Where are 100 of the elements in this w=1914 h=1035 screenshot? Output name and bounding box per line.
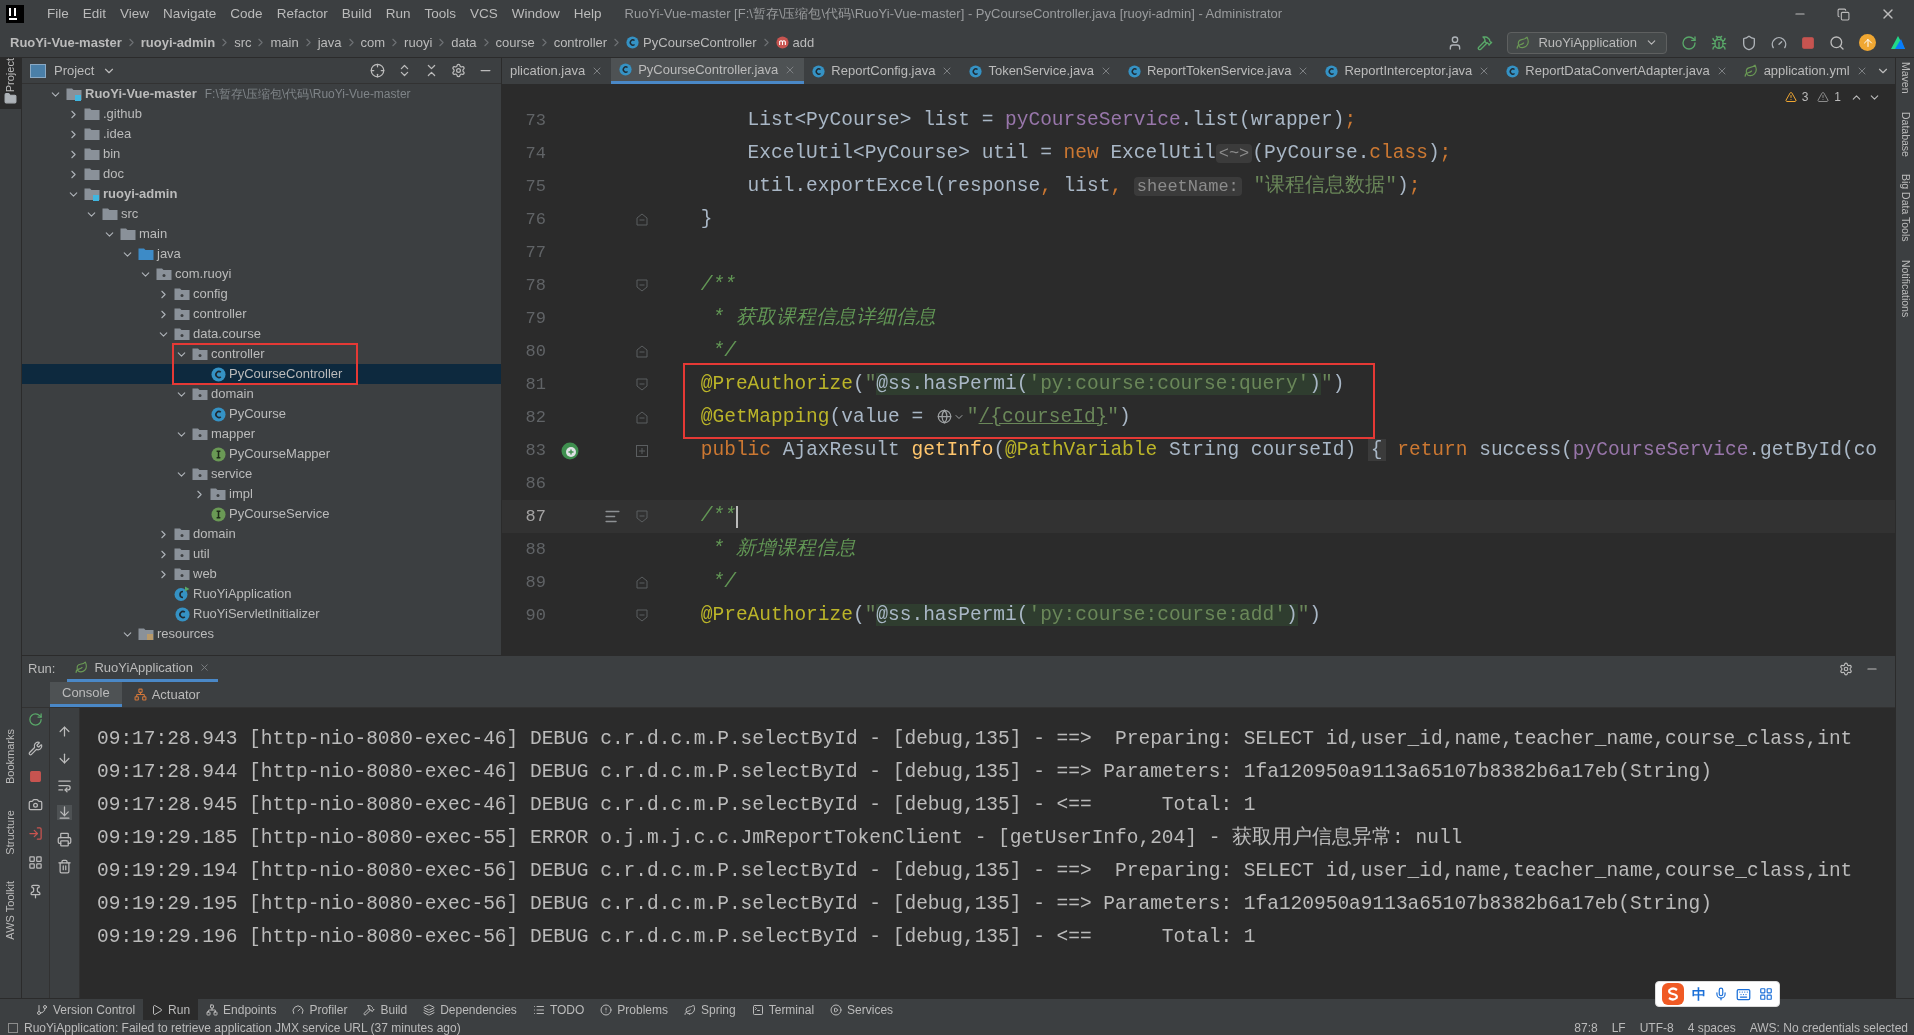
menu-item[interactable]: Window bbox=[504, 3, 567, 25]
tree-item[interactable]: bin bbox=[22, 144, 501, 164]
breadcrumb[interactable]: data bbox=[451, 32, 477, 53]
fold-marker-icon[interactable] bbox=[636, 411, 648, 424]
tree-item[interactable]: doc bbox=[22, 164, 501, 184]
rerun-icon[interactable] bbox=[28, 712, 43, 727]
web-endpoint-icon[interactable] bbox=[936, 409, 965, 425]
down-icon[interactable] bbox=[57, 751, 72, 766]
tree-item[interactable]: .idea bbox=[22, 124, 501, 144]
status-item[interactable]: AWS: No credentials selected bbox=[1749, 1021, 1908, 1034]
tree-item[interactable]: mapper bbox=[22, 424, 501, 444]
tool-window-tab[interactable]: Structure bbox=[0, 810, 23, 855]
stop-icon[interactable] bbox=[1801, 35, 1815, 50]
tool-window-button[interactable]: Services bbox=[822, 999, 902, 1020]
tool-window-tab[interactable]: Bookmarks bbox=[0, 729, 23, 785]
tree-item[interactable]: ruoyi-admin bbox=[22, 184, 501, 204]
menu-item[interactable]: File bbox=[40, 3, 76, 25]
breadcrumb[interactable]: ruoyi-admin bbox=[140, 32, 216, 53]
tree-item[interactable]: PyCourseController bbox=[22, 364, 501, 384]
tool-window-tab[interactable]: Big Data Tools bbox=[1897, 174, 1913, 242]
menu-item[interactable]: View bbox=[113, 3, 157, 25]
tree-item[interactable]: data.course bbox=[22, 324, 501, 344]
fold-marker-icon[interactable] bbox=[636, 510, 648, 523]
print-icon[interactable] bbox=[57, 832, 72, 847]
status-item[interactable]: LF bbox=[1611, 1021, 1626, 1034]
menu-item[interactable]: VCS bbox=[463, 3, 505, 25]
tree-item[interactable]: domain bbox=[22, 524, 501, 544]
menu-item[interactable]: Edit bbox=[75, 3, 114, 25]
menu-item[interactable]: Navigate bbox=[156, 3, 224, 25]
fold-marker-icon[interactable] bbox=[636, 345, 648, 358]
fold-marker-icon[interactable] bbox=[636, 279, 648, 292]
search-icon[interactable] bbox=[1829, 34, 1845, 51]
tree-item[interactable]: impl bbox=[22, 484, 501, 504]
panel-title[interactable]: Project bbox=[54, 60, 95, 81]
settings-icon[interactable] bbox=[1839, 662, 1853, 676]
status-item[interactable]: 4 spaces bbox=[1687, 1021, 1736, 1034]
spring-bean-icon[interactable] bbox=[560, 440, 580, 461]
fold-marker-icon[interactable] bbox=[636, 378, 648, 391]
menu-item[interactable]: Run bbox=[378, 3, 418, 25]
update-icon[interactable] bbox=[1859, 34, 1876, 51]
tree-item[interactable]: src bbox=[22, 204, 501, 224]
plugin-icon[interactable] bbox=[1890, 34, 1906, 51]
rerun-icon[interactable] bbox=[1681, 34, 1697, 51]
console-tab[interactable]: Actuator bbox=[121, 682, 213, 707]
console-tab[interactable]: Console bbox=[50, 682, 122, 707]
fold-marker-icon[interactable] bbox=[636, 609, 648, 622]
tree-item[interactable]: java bbox=[22, 244, 501, 264]
debug-icon[interactable] bbox=[1711, 34, 1727, 51]
menu-item[interactable]: Refactor bbox=[269, 3, 335, 25]
tree-item[interactable]: PyCourseMapper bbox=[22, 444, 501, 464]
tree-item[interactable]: service bbox=[22, 464, 501, 484]
breadcrumb[interactable]: ruoyi bbox=[404, 32, 433, 53]
lines-icon[interactable] bbox=[603, 508, 621, 525]
tool-window-button[interactable]: Version Control bbox=[28, 999, 144, 1020]
editor-tab[interactable]: application.yml bbox=[1735, 58, 1876, 84]
menu-item[interactable]: Build bbox=[334, 3, 379, 25]
wrench-icon[interactable] bbox=[28, 741, 43, 756]
tree-item[interactable]: resources bbox=[22, 624, 501, 644]
breadcrumb[interactable]: com bbox=[360, 32, 386, 53]
tool-window-tab[interactable]: Maven bbox=[1897, 62, 1913, 94]
breadcrumb[interactable]: RuoYi-Vue-master bbox=[10, 32, 122, 53]
editor-tab[interactable]: PyCourseController.java bbox=[611, 58, 805, 84]
run-configuration-dropdown[interactable]: RuoYiApplication bbox=[1507, 31, 1667, 54]
menu-item[interactable]: Help bbox=[566, 3, 609, 25]
menu-item[interactable]: Code bbox=[223, 3, 270, 25]
editor-tab[interactable]: TokenService.java bbox=[961, 58, 1120, 84]
fold-marker-icon[interactable] bbox=[636, 576, 648, 589]
tree-item[interactable]: util bbox=[22, 544, 501, 564]
coverage-icon[interactable] bbox=[1741, 34, 1757, 51]
breadcrumb[interactable]: add bbox=[775, 32, 815, 53]
layout-icon[interactable] bbox=[28, 855, 43, 870]
editor-tab[interactable]: plication.java bbox=[502, 58, 612, 84]
ime-toolbar[interactable]: 中 bbox=[1655, 981, 1780, 1007]
tree-item[interactable]: controller bbox=[22, 304, 501, 324]
breadcrumb[interactable]: main bbox=[270, 32, 299, 53]
status-item[interactable]: 87:8 bbox=[1574, 1021, 1598, 1034]
tree-item[interactable]: RuoYiApplication bbox=[22, 584, 501, 604]
soft-wrap-icon[interactable] bbox=[57, 778, 72, 793]
tree-item[interactable]: web bbox=[22, 564, 501, 584]
editor-tab[interactable]: ReportDataConvertAdapter.java bbox=[1498, 58, 1736, 84]
fold-marker-icon[interactable] bbox=[636, 213, 648, 226]
tree-item[interactable]: com.ruoyi bbox=[22, 264, 501, 284]
tool-window-button[interactable]: Terminal bbox=[743, 999, 823, 1020]
breadcrumb[interactable]: PyCourseController bbox=[626, 32, 757, 53]
close-icon[interactable] bbox=[199, 662, 210, 673]
restore-icon[interactable] bbox=[1837, 7, 1850, 21]
locate-icon[interactable] bbox=[370, 63, 385, 78]
exit-icon[interactable] bbox=[28, 826, 43, 841]
stop-icon[interactable] bbox=[29, 770, 42, 783]
tree-item[interactable]: PyCourse bbox=[22, 404, 501, 424]
breadcrumb[interactable]: controller bbox=[553, 32, 608, 53]
breadcrumb[interactable]: src bbox=[234, 32, 252, 53]
tree-item[interactable]: RuoYi-Vue-master F:\暂存\压缩包\代码\RuoYi-Vue-master bbox=[22, 84, 501, 104]
tool-window-tab[interactable]: AWS Toolkit bbox=[0, 880, 23, 940]
tree-item[interactable]: RuoYiServletInitializer bbox=[22, 604, 501, 624]
scroll-to-end-icon[interactable] bbox=[57, 805, 72, 820]
pin-icon[interactable] bbox=[28, 884, 43, 899]
editor-tab[interactable]: ReportConfig.java bbox=[804, 58, 962, 84]
tool-window-button[interactable]: Profiler bbox=[284, 999, 356, 1020]
breadcrumb[interactable]: java bbox=[317, 32, 342, 53]
